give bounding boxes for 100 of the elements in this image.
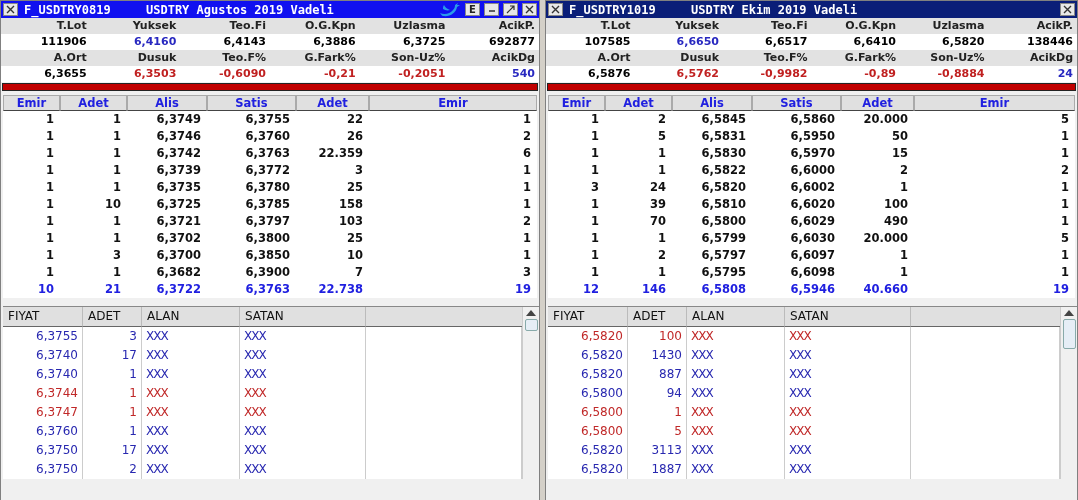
stat-label: T.Lot — [1, 18, 91, 34]
restore-button[interactable] — [503, 3, 518, 16]
minimize-button[interactable] — [484, 3, 499, 16]
table-cell-text: 1 — [899, 247, 909, 264]
total-cell-text: 10 — [37, 281, 55, 298]
up-arrow-icon[interactable] — [1064, 310, 1074, 316]
buyer-cell: XXX — [142, 441, 240, 460]
quantity-cell: 1430 — [628, 346, 687, 365]
buyer-cell: XXX — [687, 460, 785, 479]
column-header[interactable]: Adet — [296, 95, 369, 111]
table-cell-text: 1 — [45, 111, 55, 128]
table-cell-text: 1 — [45, 196, 55, 213]
stat-value: 6,4160 — [90, 34, 181, 50]
stat-value: 6,6650 — [634, 34, 723, 50]
close-button[interactable] — [1060, 3, 1075, 16]
column-header[interactable]: ADET — [83, 307, 142, 327]
scrollbar[interactable] — [522, 307, 539, 479]
stat-label: Dusuk — [634, 50, 723, 66]
close-icon — [1063, 5, 1072, 14]
seller-cell: XXX — [785, 365, 911, 384]
stat-label: AcikP. — [449, 18, 539, 34]
table-cell-text: 6,6029 — [789, 213, 836, 230]
total-cell-text: 40.660 — [862, 281, 909, 298]
table-cell-text: 1 — [1060, 264, 1070, 281]
table-cell-text: 1 — [45, 264, 55, 281]
up-arrow-icon[interactable] — [526, 310, 536, 316]
column-header[interactable]: ALAN — [687, 307, 785, 327]
column-header[interactable]: Adet — [841, 95, 914, 111]
table-cell-text: 1 — [590, 128, 600, 145]
price-cell: 6,3755 — [3, 327, 83, 346]
price-cell: 6,3760 — [3, 422, 83, 441]
table-cell-text: 25 — [346, 179, 364, 196]
column-header[interactable]: Alis — [672, 95, 752, 111]
table-cell-text: 1 — [112, 213, 122, 230]
quantity-cell: 1 — [628, 403, 687, 422]
table-cell-text: 22 — [346, 111, 364, 128]
buyer-cell: XXX — [142, 422, 240, 441]
stat-label: Teo.F% — [180, 50, 270, 66]
table-cell-text: 103 — [338, 213, 364, 230]
scrollbar[interactable] — [1060, 307, 1077, 479]
stat-value: -0,8884 — [900, 66, 989, 82]
table-cell-text: 6,5822 — [700, 162, 747, 179]
stat-label: AcikP. — [988, 18, 1077, 34]
price-cell: 6,3740 — [3, 365, 83, 384]
e-button[interactable]: E — [465, 3, 480, 16]
column-header[interactable]: Satis — [207, 95, 296, 111]
column-header[interactable]: SATAN — [785, 307, 911, 327]
column-header[interactable]: Emir — [3, 95, 60, 111]
table-cell-text: 3 — [590, 179, 600, 196]
stat-value: 6,4143 — [180, 34, 270, 50]
stat-value: 692877 — [449, 34, 539, 50]
column-header[interactable]: Adet — [605, 95, 672, 111]
table-cell-text: 6,3797 — [244, 213, 291, 230]
total-cell-text: 19 — [514, 281, 532, 298]
buyer-cell: XXX — [687, 384, 785, 403]
column-header[interactable]: FIYAT — [548, 307, 628, 327]
column-header[interactable]: FIYAT — [3, 307, 83, 327]
column-header[interactable]: Satis — [752, 95, 841, 111]
stat-label: Dusuk — [90, 50, 181, 66]
table-cell-text: 1 — [45, 162, 55, 179]
scroll-thumb[interactable] — [1062, 319, 1076, 349]
seller-cell: XXX — [240, 346, 366, 365]
quantity-cell: 17 — [83, 441, 142, 460]
column-header[interactable]: Emir — [548, 95, 605, 111]
close-button[interactable] — [3, 3, 18, 16]
table-cell-text: 3 — [112, 247, 122, 264]
table-cell-text: 6,3772 — [244, 162, 291, 179]
table-cell-text: 1 — [112, 179, 122, 196]
quantity-cell: 1 — [83, 384, 142, 403]
table-cell-text: 6,3800 — [244, 230, 291, 247]
table-cell-text: 1 — [1060, 179, 1070, 196]
scroll-thumb[interactable] — [524, 319, 538, 331]
table-cell-text: 1 — [522, 247, 532, 264]
stat-value: 6,6517 — [723, 34, 812, 50]
table-cell-text: 20.000 — [862, 111, 909, 128]
quantity-cell: 1 — [83, 422, 142, 441]
quantity-cell: 2 — [83, 460, 142, 479]
table-cell-text: 15 — [891, 145, 909, 162]
table-cell-text: 6,5950 — [789, 128, 836, 145]
price-cell: 6,5820 — [548, 441, 628, 460]
stat-label: O.G.Kpn — [270, 18, 360, 34]
table-cell-text: 1 — [590, 264, 600, 281]
table-cell-text: 6,3785 — [244, 196, 291, 213]
column-header[interactable]: Emir — [914, 95, 1075, 111]
price-cell: 6,5820 — [548, 327, 628, 346]
table-cell-text: 100 — [883, 196, 909, 213]
column-header[interactable]: Adet — [60, 95, 127, 111]
column-header[interactable]: Emir — [369, 95, 537, 111]
column-header[interactable]: SATAN — [240, 307, 366, 327]
close-button[interactable] — [548, 3, 563, 16]
seller-cell: XXX — [785, 422, 911, 441]
column-header[interactable]: Alis — [127, 95, 207, 111]
buyer-cell: XXX — [687, 327, 785, 346]
seller-cell: XXX — [240, 327, 366, 346]
table-cell-text: 1 — [112, 162, 122, 179]
column-header[interactable]: ADET — [628, 307, 687, 327]
table-cell-text: 6,5810 — [700, 196, 747, 213]
close-button[interactable] — [522, 3, 537, 16]
column-header[interactable]: ALAN — [142, 307, 240, 327]
total-cell-text: 22.738 — [317, 281, 364, 298]
